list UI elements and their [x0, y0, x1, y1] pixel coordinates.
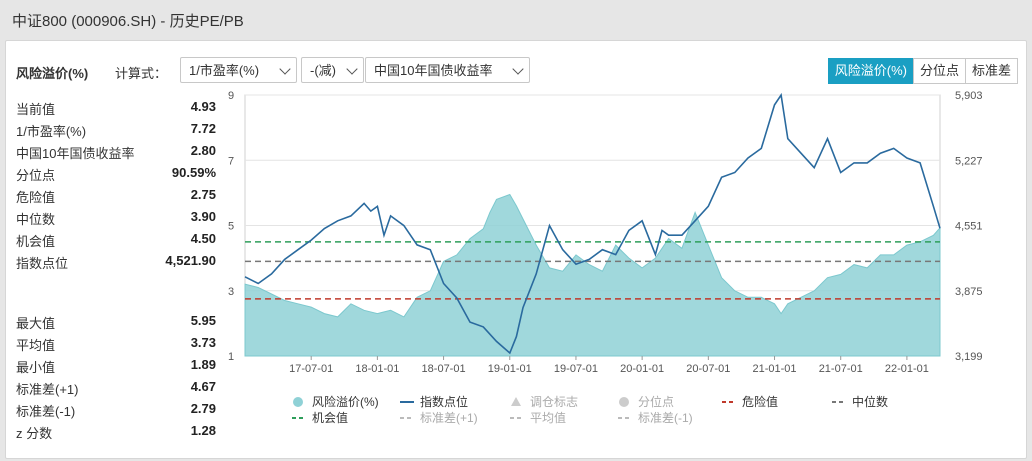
y-left-tick-label: 3	[228, 286, 234, 298]
risk-premium-series	[244, 193, 941, 357]
y-right-tick-label: 3,199	[955, 351, 983, 363]
legend-item[interactable]: 分位点	[619, 394, 674, 409]
legend-item[interactable]: 标准差(-1)	[618, 411, 693, 425]
x-tick-label: 18-07-01	[422, 363, 466, 375]
legend-item[interactable]: 平均值	[510, 410, 566, 425]
x-tick-label: 21-07-01	[819, 363, 863, 375]
x-tick-label: 20-01-01	[620, 363, 664, 375]
y-left-tick-label: 9	[228, 90, 234, 102]
y-right-tick-label: 3,875	[955, 286, 983, 298]
y-right-tick-label: 4,551	[955, 221, 983, 233]
risk-premium-chart: 1 3,199 3 3,875 5 4,551 7 5,227 9 5,903 17-07-01 18…	[228, 90, 983, 425]
legend-item[interactable]: 机会值	[292, 410, 348, 425]
legend-dot-icon	[619, 397, 629, 407]
legend-item[interactable]: 指数点位	[400, 394, 468, 409]
y-left-tick-label: 1	[228, 351, 234, 363]
x-tick-label: 21-01-01	[753, 363, 797, 375]
x-tick-label: 20-07-01	[686, 363, 730, 375]
legend-triangle-icon	[511, 397, 521, 406]
legend-label: 调仓标志	[530, 395, 578, 409]
legend-label: 指数点位	[420, 394, 468, 409]
legend-item[interactable]: 标准差(+1)	[400, 411, 478, 425]
risk-premium-area	[244, 193, 941, 357]
legend-label: 标准差(-1)	[638, 411, 693, 425]
legend-item[interactable]: 风险溢价(%)	[293, 394, 379, 409]
x-tick-label: 22-01-01	[885, 363, 929, 375]
legend-item[interactable]: 调仓标志	[511, 395, 578, 409]
x-tick-label: 17-07-01	[289, 363, 333, 375]
legend-label: 平均值	[530, 410, 566, 425]
x-tick-label: 19-07-01	[554, 363, 598, 375]
y-left-tick-label: 7	[228, 155, 234, 167]
legend-dot-icon	[293, 397, 303, 407]
legend-label: 机会值	[312, 410, 348, 425]
legend-label: 风险溢价(%)	[312, 394, 379, 409]
x-tick-label: 19-01-01	[488, 363, 532, 375]
y-right-tick-label: 5,903	[955, 90, 983, 102]
legend-label: 中位数	[852, 394, 888, 409]
legend-item[interactable]: 危险值	[722, 394, 778, 409]
y-right-tick-label: 5,227	[955, 155, 983, 167]
y-left-tick-label: 5	[228, 221, 234, 233]
legend[interactable]: 风险溢价(%) 指数点位 调仓标志 分位点 危险值 中位数机会值 标准差(+1) 平均值 标准差…	[292, 394, 888, 425]
legend-item[interactable]: 中位数	[832, 394, 888, 409]
legend-label: 标准差(+1)	[420, 411, 478, 425]
legend-label: 危险值	[742, 394, 778, 409]
legend-label: 分位点	[638, 394, 674, 409]
x-tick-label: 18-01-01	[355, 363, 399, 375]
